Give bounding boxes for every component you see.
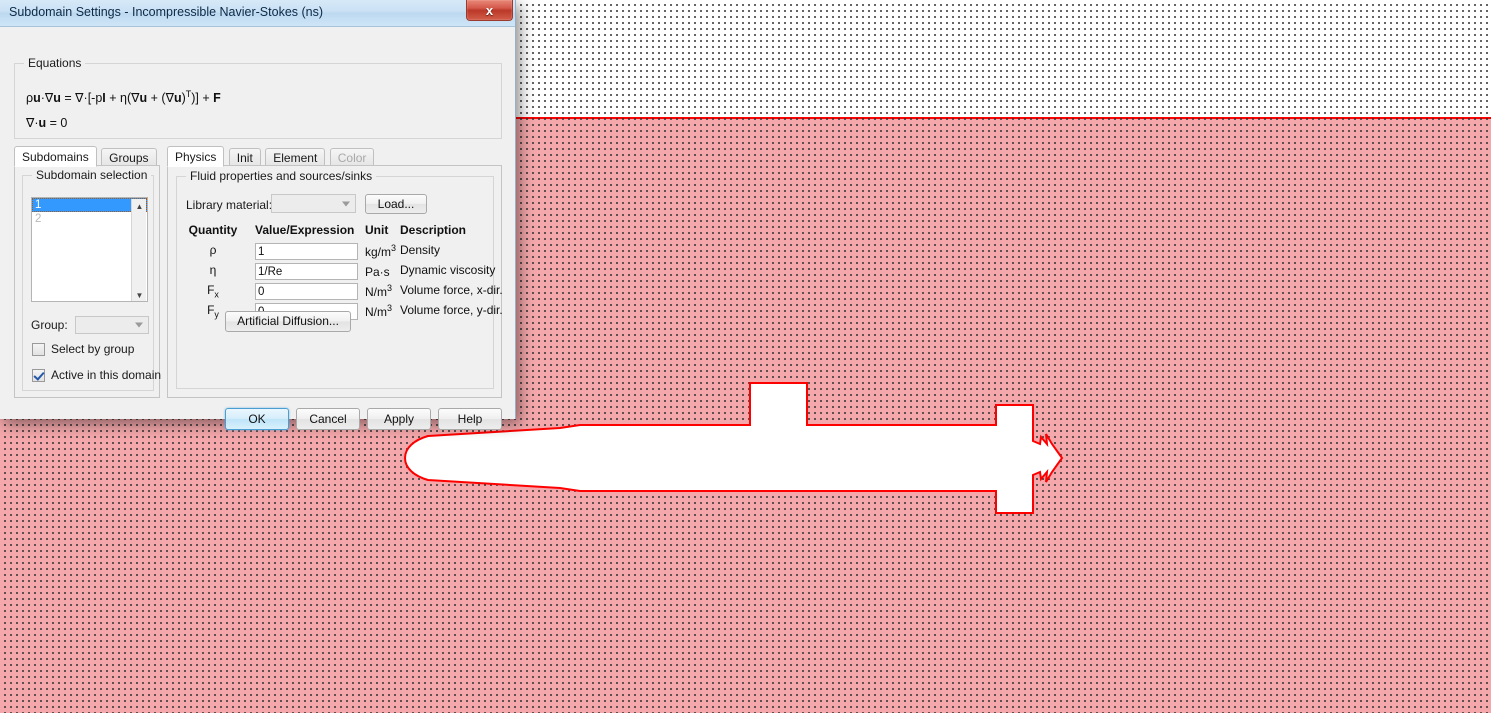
subdomains-tabpanel: Subdomain selection 1 2 ▲ ▼ Group: Selec… <box>14 165 161 398</box>
listbox-scrollbar[interactable]: ▲ ▼ <box>131 199 147 301</box>
subdomain-settings-dialog: Subdomain Settings - Incompressible Navi… <box>0 0 516 430</box>
table-row: Fx N/m3 Volume force, x-dir. <box>177 283 503 303</box>
subdomains-tabstrip: Subdomains Groups <box>14 146 157 167</box>
subdomain-selection-groupbox: Subdomain selection 1 2 ▲ ▼ Group: Selec… <box>22 168 161 391</box>
description-density: Density <box>400 243 441 257</box>
description-viscosity: Dynamic viscosity <box>400 263 496 277</box>
quantity-force-x: Fx <box>207 283 219 300</box>
fluid-properties-legend: Fluid properties and sources/sinks <box>186 169 377 183</box>
header-description: Description <box>400 223 467 237</box>
tab-subdomains[interactable]: Subdomains <box>14 146 97 167</box>
quantity-viscosity: η <box>209 263 217 277</box>
equations-groupbox: Equations ρu·∇u = ∇·[-pI + η(∇u + (∇u)T)… <box>14 56 502 139</box>
header-quantity: Quantity <box>188 223 238 237</box>
fluid-properties-groupbox: Fluid properties and sources/sinks Libra… <box>176 169 503 389</box>
cancel-button[interactable]: Cancel <box>296 408 360 430</box>
subdomain-selection-legend: Subdomain selection <box>32 168 152 182</box>
viscosity-input[interactable] <box>255 263 358 280</box>
unit-density: kg/m3 <box>365 243 397 259</box>
help-button[interactable]: Help <box>438 408 502 430</box>
force-x-input[interactable] <box>255 283 358 300</box>
unit-viscosity: Pa·s <box>365 265 390 279</box>
tab-physics[interactable]: Physics <box>167 146 225 167</box>
equation-momentum: ρu·∇u = ∇·[-pI + η(∇u + (∇u)T)] + F <box>26 89 221 106</box>
chevron-down-icon <box>342 201 350 206</box>
description-force-x: Volume force, x-dir. <box>400 283 503 297</box>
group-dropdown[interactable] <box>75 316 149 334</box>
header-unit: Unit <box>365 223 389 237</box>
close-button[interactable]: x <box>466 0 513 21</box>
chevron-down-icon <box>135 322 143 328</box>
apply-button[interactable]: Apply <box>367 408 431 430</box>
description-force-y: Volume force, y-dir. <box>400 303 503 317</box>
load-button[interactable]: Load... <box>365 194 427 214</box>
artificial-diffusion-button[interactable]: Artificial Diffusion... <box>225 311 351 332</box>
library-material-label: Library material: <box>186 198 273 212</box>
close-icon: x <box>485 2 494 18</box>
dialog-body: Equations ρu·∇u = ∇·[-pI + η(∇u + (∇u)T)… <box>0 27 515 430</box>
value-cell <box>255 243 360 260</box>
unit-force-y: N/m3 <box>365 303 393 319</box>
application-window: Subdomain Settings - Incompressible Navi… <box>0 0 1491 713</box>
list-item[interactable]: 2 <box>32 212 147 226</box>
ok-button[interactable]: OK <box>225 408 289 430</box>
active-in-domain-label: Active in this domain <box>51 368 162 382</box>
table-row: η Pa·s Dynamic viscosity <box>177 263 496 283</box>
group-label: Group: <box>31 318 68 332</box>
group-row: Group: <box>31 316 149 334</box>
active-in-domain-checkbox[interactable]: Active in this domain <box>32 368 161 382</box>
dialog-title: Subdomain Settings - Incompressible Navi… <box>9 5 324 19</box>
scroll-down-icon[interactable]: ▼ <box>132 288 147 301</box>
fluid-properties-table: Quantity Value/Expression Unit Descripti… <box>177 223 503 323</box>
subdomain-listbox[interactable]: 1 2 ▲ ▼ <box>31 197 148 302</box>
select-by-group-label: Select by group <box>51 342 135 356</box>
list-item[interactable]: 1 <box>32 198 147 212</box>
checkbox-icon <box>32 342 45 356</box>
library-material-dropdown[interactable] <box>271 194 356 213</box>
header-value: Value/Expression <box>255 223 355 237</box>
table-header-row: Quantity Value/Expression Unit Descripti… <box>177 223 493 243</box>
equations-legend: Equations <box>24 56 86 70</box>
quantity-density: ρ <box>209 243 217 257</box>
density-input[interactable] <box>255 243 358 260</box>
checkbox-checked-icon <box>32 368 45 382</box>
table-row: ρ kg/m3 Density <box>177 243 493 263</box>
equation-continuity: ∇·u = 0 <box>26 116 68 130</box>
select-by-group-checkbox[interactable]: Select by group <box>32 342 134 356</box>
value-cell <box>255 283 360 300</box>
unit-force-x: N/m3 <box>365 283 393 299</box>
scroll-up-icon[interactable]: ▲ <box>132 199 147 213</box>
physics-tabpanel: Fluid properties and sources/sinks Libra… <box>167 165 503 398</box>
value-cell <box>255 263 360 280</box>
physics-tabstrip: Physics Init Element Color <box>167 146 375 167</box>
dialog-titlebar[interactable]: Subdomain Settings - Incompressible Navi… <box>0 0 515 27</box>
